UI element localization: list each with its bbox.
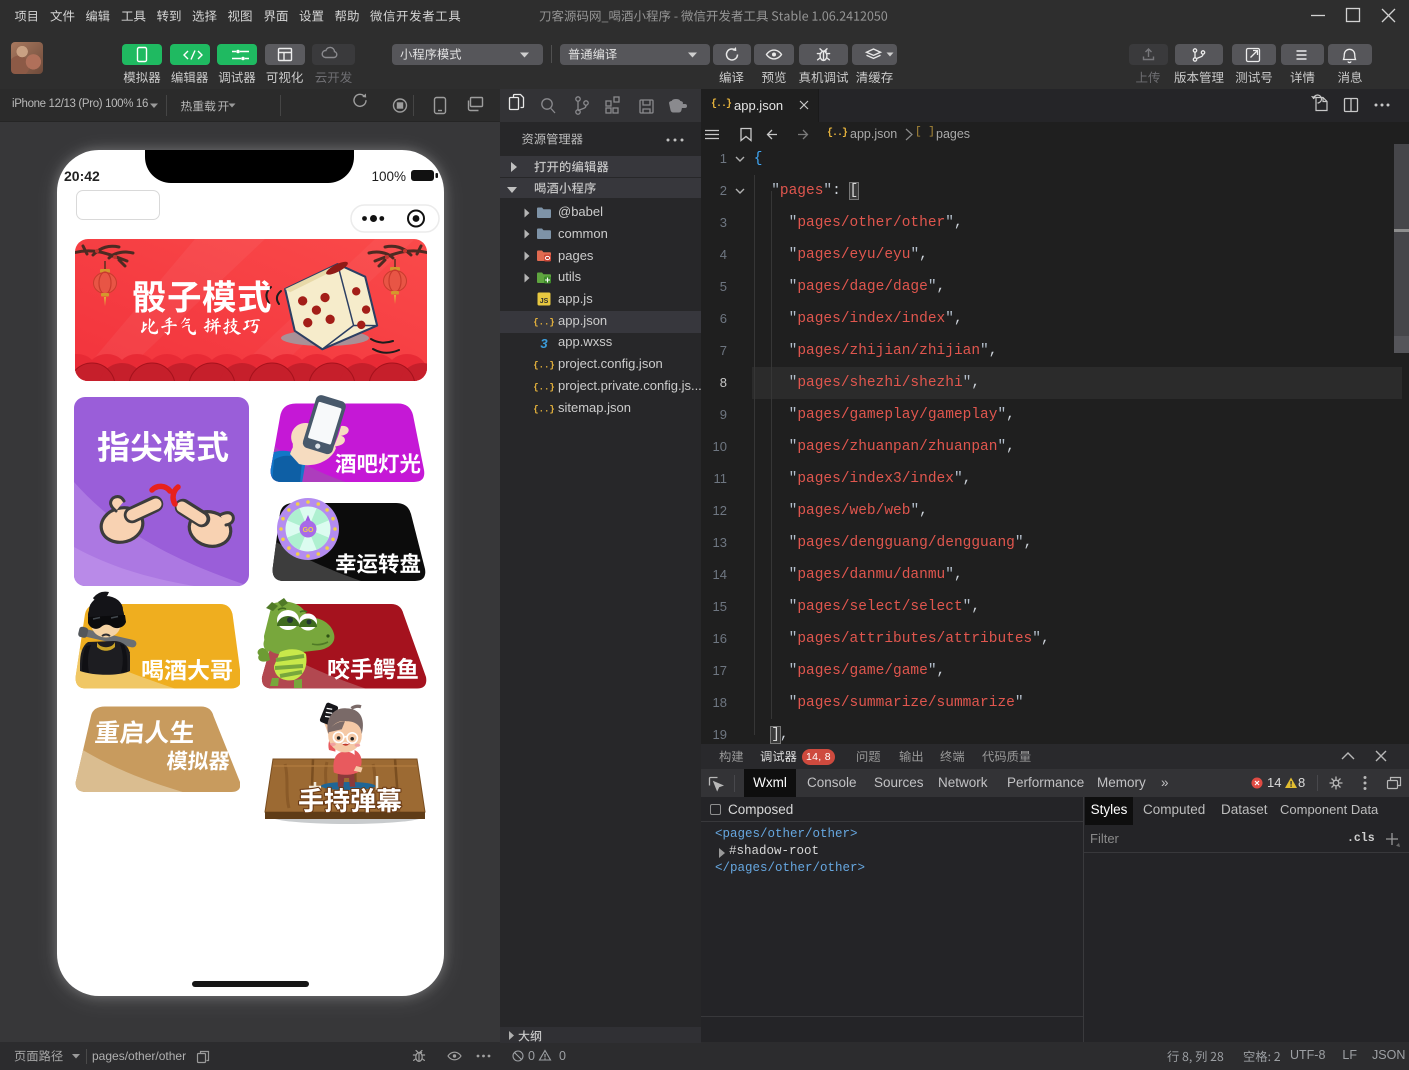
svg-text:3: 3 <box>540 336 548 351</box>
svg-text:{..}: {..} <box>533 361 555 371</box>
svg-text:{..}: {..} <box>533 383 555 393</box>
svg-text:{..}: {..} <box>533 318 555 328</box>
svg-text:JS: JS <box>540 298 549 305</box>
svg-text:GO: GO <box>303 527 314 534</box>
svg-text:{..}: {..} <box>533 404 555 414</box>
